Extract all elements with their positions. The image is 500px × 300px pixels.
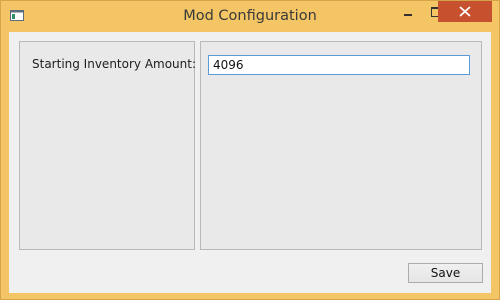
close-button[interactable] (438, 1, 492, 22)
labels-panel: Starting Inventory Amount: (19, 41, 197, 250)
starting-inventory-label: Starting Inventory Amount: (32, 57, 197, 71)
close-icon (459, 6, 471, 17)
window-content: Starting Inventory Amount: Save (9, 32, 491, 293)
title-bar[interactable]: Mod Configuration (1, 1, 499, 32)
minimize-icon (404, 14, 412, 16)
starting-inventory-input[interactable] (208, 55, 470, 75)
app-window: Mod Configuration Starting Inventory Amo… (0, 0, 500, 300)
fields-panel (200, 41, 482, 250)
minimize-button[interactable] (394, 1, 420, 22)
save-button[interactable]: Save (408, 263, 483, 283)
